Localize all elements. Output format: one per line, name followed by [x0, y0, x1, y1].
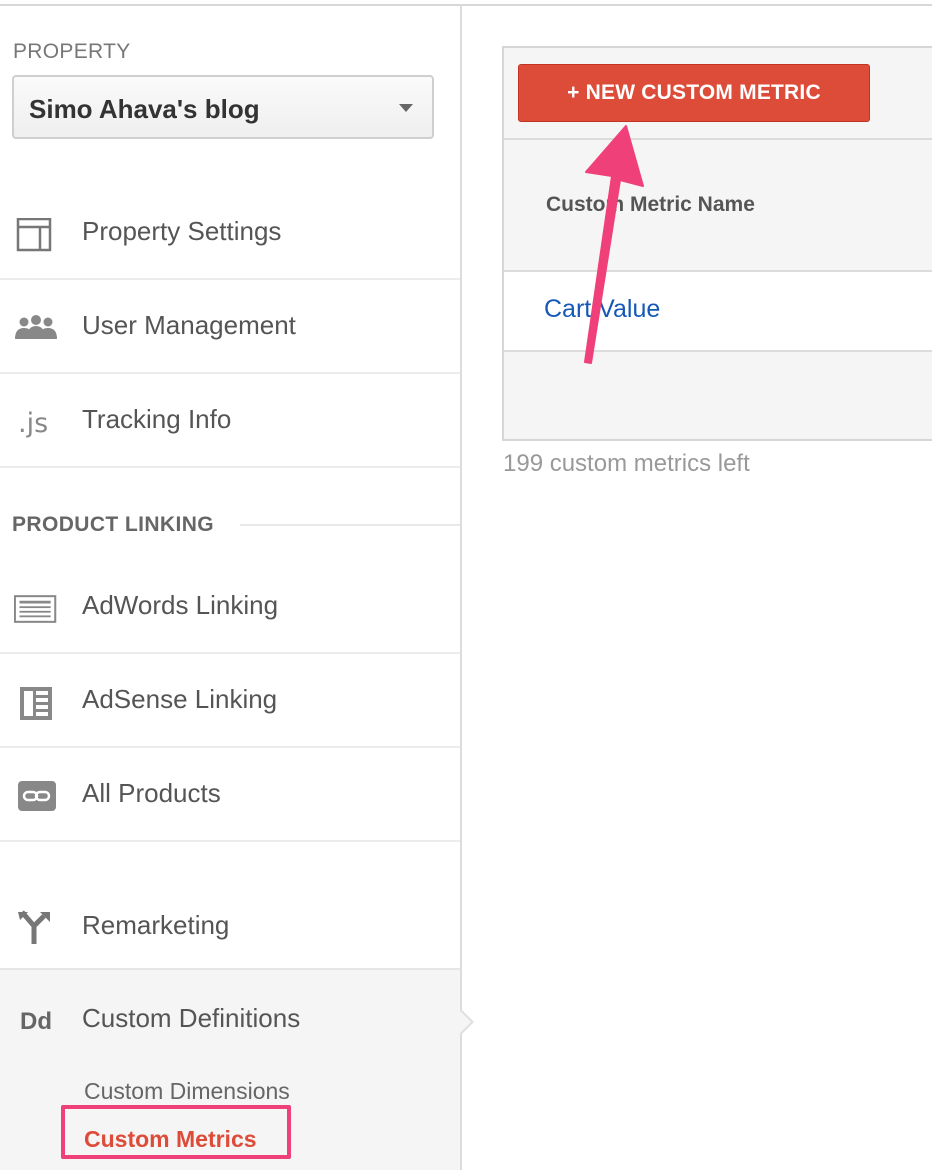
custom-definitions-icon: Dd [20, 1008, 52, 1035]
sidebar-item-label: Remarketing [82, 910, 230, 940]
sidebar-item-label: AdSense Linking [82, 684, 278, 714]
property-label: PROPERTY [13, 40, 131, 63]
sidebar-item-remarketing[interactable]: Remarketing [0, 882, 460, 974]
adwords-icon [14, 595, 57, 623]
sidebar-item-label: Custom Definitions [82, 1003, 301, 1033]
column-header-metric-name[interactable]: Custom Metric Name [546, 193, 755, 217]
property-select-value: Simo Ahava's blog [29, 94, 260, 124]
sidebar-item-label: All Products [82, 778, 221, 808]
sidebar-item-label: Property Settings [82, 216, 282, 246]
sidebar-item-label: User Management [82, 310, 296, 340]
sidebar-item-all-products[interactable]: All Products [0, 750, 460, 842]
new-custom-metric-button[interactable]: + NEW CUSTOM METRIC [518, 64, 870, 122]
users-icon [15, 315, 57, 339]
annotation-highlight-box [61, 1105, 291, 1159]
metric-link-cart-value[interactable]: Cart Value [544, 295, 660, 324]
sidebar-item-tracking-info[interactable]: .js Tracking Info [0, 376, 460, 468]
sidebar-item-user-management[interactable]: User Management [0, 282, 460, 374]
sidebar-item-custom-definitions[interactable]: Dd Custom Definitions [0, 975, 460, 1067]
metrics-remaining-text: 199 custom metrics left [503, 450, 750, 477]
remarketing-icon [18, 910, 50, 944]
sidebar-item-adsense-linking[interactable]: AdSense Linking [0, 656, 460, 748]
js-icon: .js [18, 408, 48, 439]
sidebar-item-label: Tracking Info [82, 404, 232, 434]
link-icon [18, 781, 56, 811]
product-linking-heading: PRODUCT LINKING [12, 513, 214, 536]
sidebar-item-property-settings[interactable]: Property Settings [0, 188, 460, 280]
svg-text:.js: .js [18, 408, 48, 439]
analytics-admin-page: PROPERTY Simo Ahava's blog Property Sett… [0, 0, 932, 1170]
active-pointer-fill [459, 1010, 471, 1034]
section-divider [240, 524, 460, 526]
sidebar-subitem-custom-dimensions[interactable]: Custom Dimensions [84, 1078, 290, 1105]
sidebar-item-adwords-linking[interactable]: AdWords Linking [0, 562, 460, 654]
sidebar-item-label: AdWords Linking [82, 590, 279, 620]
layout-icon [16, 218, 52, 252]
property-select[interactable]: Simo Ahava's blog [12, 75, 434, 139]
adsense-icon [20, 687, 52, 720]
chevron-down-icon [399, 104, 413, 112]
